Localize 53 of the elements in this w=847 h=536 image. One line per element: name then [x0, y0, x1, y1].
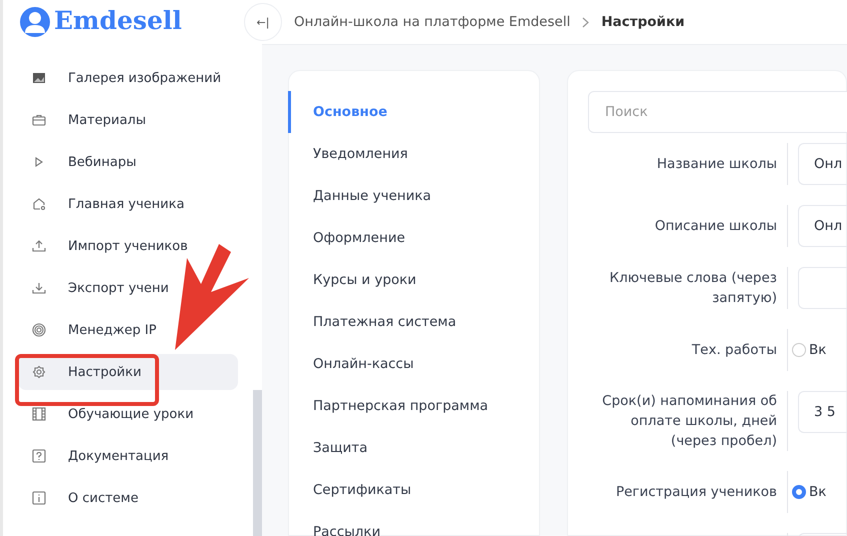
radio-label: Вк — [809, 342, 826, 358]
radio-button[interactable] — [792, 343, 806, 357]
text-field[interactable]: Онл — [798, 143, 847, 185]
briefcase-icon — [32, 113, 46, 127]
collapse-sidebar-button[interactable]: ←| — [244, 3, 282, 41]
question-icon — [32, 449, 46, 463]
sidebar-item[interactable]: Менеджер IP — [18, 312, 238, 348]
settings-tab[interactable]: Данные ученика — [288, 175, 539, 217]
text-field[interactable]: Онл — [798, 205, 847, 247]
radio-button[interactable] — [792, 485, 806, 499]
settings-tab[interactable]: Платежная система — [288, 301, 539, 343]
settings-tab[interactable]: Партнерская программа — [288, 385, 539, 427]
house-icon — [32, 197, 46, 211]
search-field[interactable]: Поиск — [588, 91, 847, 133]
settings-tab[interactable]: Основное — [288, 91, 539, 133]
chevron-right-icon — [582, 16, 590, 28]
sidebar-item[interactable]: Импорт учеников — [18, 228, 238, 264]
field-label: Описание школы — [654, 217, 777, 236]
target-icon — [32, 323, 46, 337]
field-label: Название школы — [656, 155, 777, 174]
breadcrumb-current: Настройки — [601, 14, 685, 30]
image-icon — [32, 71, 46, 85]
sidebar-item[interactable]: Главная ученика — [18, 186, 238, 222]
sidebar-item[interactable]: Экспорт учени — [18, 270, 238, 306]
field-label: Тех. работы — [692, 341, 777, 360]
breadcrumb-link[interactable]: Онлайн-школа на платформе Emdesell — [294, 14, 570, 30]
logo-text: Emdesell — [54, 5, 182, 37]
sidebar-item[interactable]: Галерея изображений — [18, 60, 238, 96]
settings-tab[interactable]: Оформление — [288, 217, 539, 259]
sidebar-item[interactable]: Материалы — [18, 102, 238, 138]
sidebar-item[interactable]: О системе — [18, 480, 238, 516]
settings-tab[interactable]: Сертификаты — [288, 469, 539, 511]
info-icon — [32, 491, 46, 505]
upload-icon — [32, 239, 46, 253]
field-label: Ключевые слова (через запятую) — [608, 269, 777, 308]
settings-tab[interactable]: Курсы и уроки — [288, 259, 539, 301]
scrollbar-thumb[interactable] — [253, 390, 262, 536]
film-icon — [32, 407, 46, 421]
sidebar-item[interactable]: Обучающие уроки — [18, 396, 238, 432]
sidebar-item[interactable]: Настройки — [18, 354, 238, 390]
field-label: Регистрация учеников — [616, 483, 777, 502]
radio-label: Вк — [809, 484, 826, 500]
sidebar-item[interactable]: Вебинары — [18, 144, 238, 180]
download-icon — [32, 281, 46, 295]
settings-tab[interactable]: Уведомления — [288, 133, 539, 175]
text-field[interactable]: 3 5 — [798, 391, 847, 433]
gear-icon — [32, 365, 46, 379]
sidebar-item[interactable]: Документация — [18, 438, 238, 474]
field-label: Срок(и) напоминания об оплате школы, дней (через пробел) — [601, 392, 777, 451]
logo-icon — [20, 7, 50, 37]
settings-tab[interactable]: Онлайн-кассы — [288, 343, 539, 385]
settings-tab[interactable]: Защита — [288, 427, 539, 469]
settings-tab[interactable]: Рассылки — [288, 511, 539, 536]
